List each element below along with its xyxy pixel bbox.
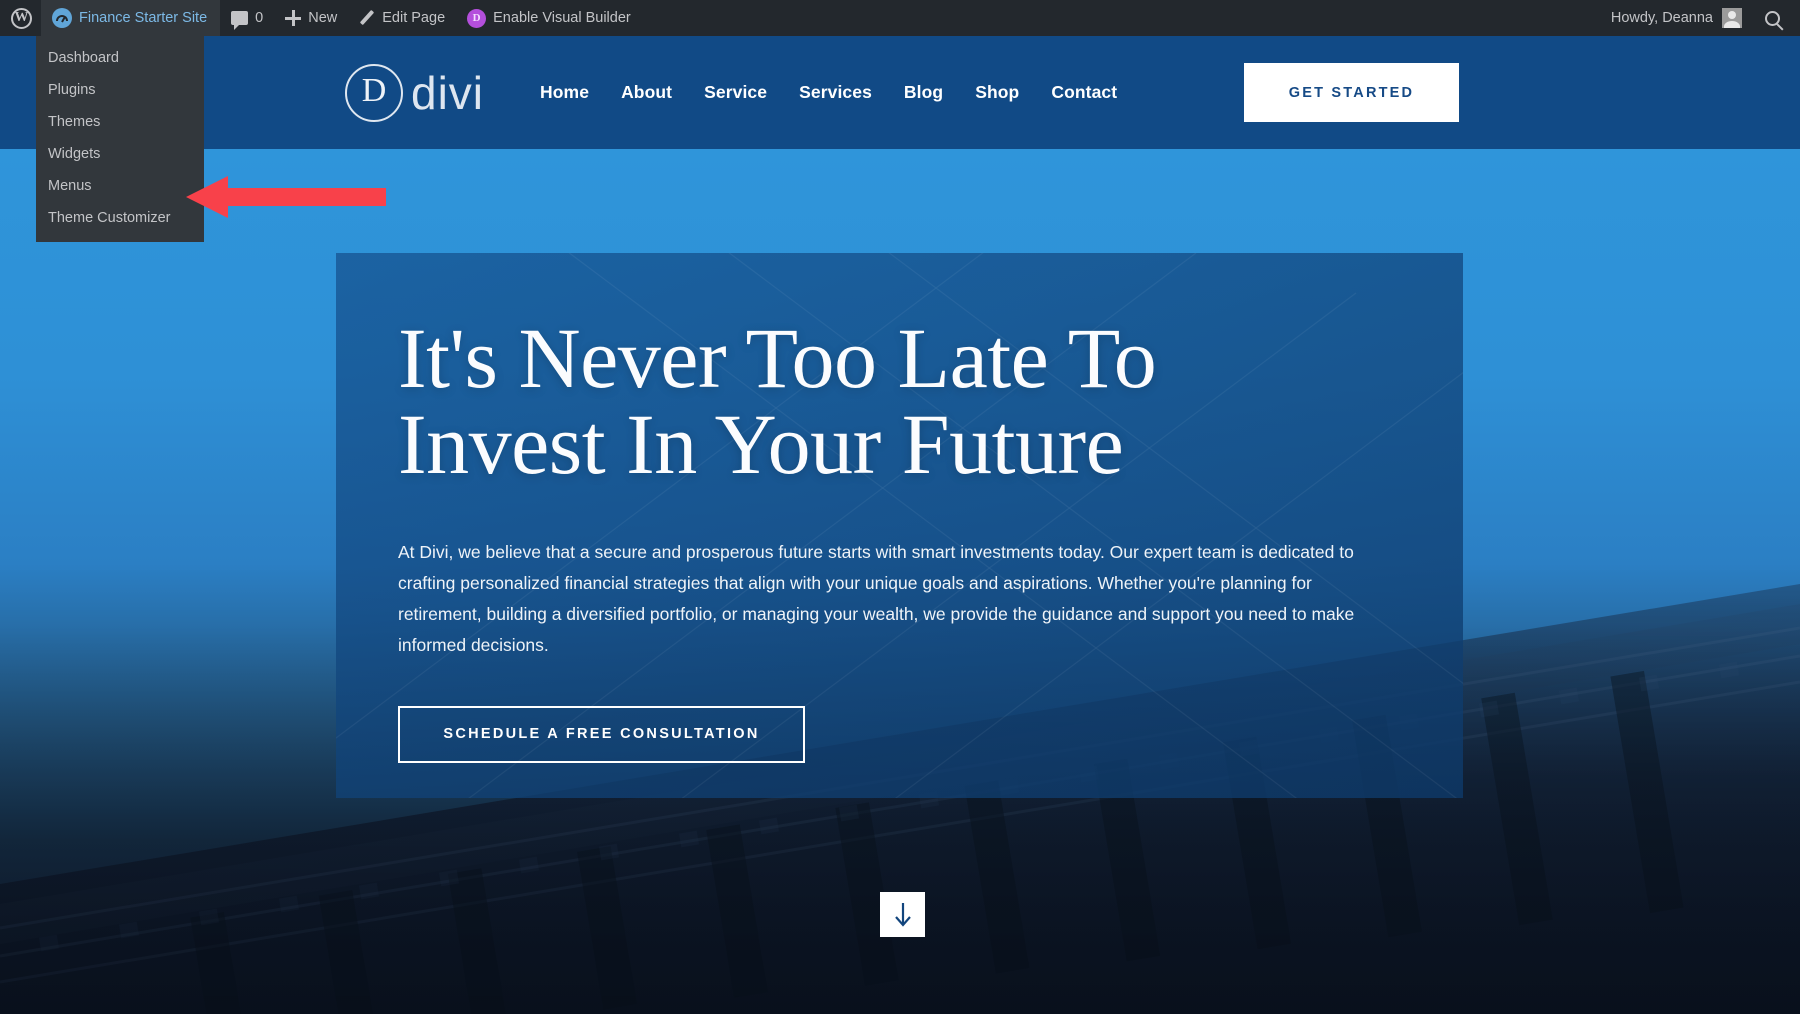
dashboard-speedometer-icon bbox=[52, 8, 72, 28]
nav-item-about[interactable]: About bbox=[621, 82, 672, 103]
get-started-button[interactable]: GET STARTED bbox=[1244, 63, 1459, 122]
site-name-menu[interactable]: Finance Starter Site bbox=[41, 0, 221, 36]
site-header: D divi Home About Service Services Blog … bbox=[0, 36, 1800, 149]
schedule-consultation-button[interactable]: SCHEDULE A FREE CONSULTATION bbox=[398, 705, 805, 763]
dropdown-item-themes[interactable]: Themes bbox=[36, 106, 204, 138]
edit-page-menu[interactable]: Edit Page bbox=[348, 0, 456, 36]
nav-item-shop[interactable]: Shop bbox=[975, 82, 1019, 103]
admin-search-button[interactable] bbox=[1752, 0, 1792, 36]
avatar bbox=[1722, 8, 1742, 28]
admin-bar-spacer bbox=[642, 0, 1601, 36]
divi-badge-icon: D bbox=[467, 8, 487, 28]
scroll-down-button[interactable] bbox=[880, 892, 925, 937]
wordpress-admin-bar: W Finance Starter Site 0 New Edit Page D… bbox=[0, 0, 1800, 36]
divi-logo-wordmark: divi bbox=[411, 66, 485, 119]
dropdown-item-dashboard[interactable]: Dashboard bbox=[36, 42, 204, 74]
dropdown-item-widgets[interactable]: Widgets bbox=[36, 138, 204, 170]
down-arrow-icon bbox=[894, 902, 911, 927]
wordpress-logo-icon: W bbox=[11, 7, 32, 29]
pencil-icon bbox=[359, 10, 375, 26]
hero-copy-block: It's Never Too Late To Invest In Your Fu… bbox=[336, 253, 1463, 763]
comment-count: 0 bbox=[255, 10, 264, 26]
howdy-label: Howdy, Deanna bbox=[1610, 10, 1713, 26]
primary-navigation: Home About Service Services Blog Shop Co… bbox=[540, 82, 1117, 103]
comment-bubble-icon bbox=[231, 11, 249, 30]
my-account-menu[interactable]: Howdy, Deanna bbox=[1601, 8, 1752, 28]
new-content-menu[interactable]: New bbox=[274, 0, 348, 36]
site-name-label: Finance Starter Site bbox=[79, 10, 208, 26]
annotation-arrow-icon bbox=[186, 176, 386, 218]
browser-viewport: It's Never Too Late To Invest In Your Fu… bbox=[0, 0, 1800, 1014]
dropdown-item-menus[interactable]: Menus bbox=[36, 170, 204, 202]
edit-page-label: Edit Page bbox=[382, 10, 446, 26]
admin-bar-right-group: Howdy, Deanna bbox=[1601, 0, 1800, 36]
plus-icon bbox=[285, 10, 302, 26]
enable-visual-builder-menu[interactable]: D Enable Visual Builder bbox=[456, 0, 642, 36]
hero-content-panel: It's Never Too Late To Invest In Your Fu… bbox=[336, 253, 1463, 798]
nav-item-home[interactable]: Home bbox=[540, 82, 589, 103]
new-label: New bbox=[308, 10, 338, 26]
nav-item-services[interactable]: Services bbox=[799, 82, 872, 103]
hero-heading: It's Never Too Late To Invest In Your Fu… bbox=[398, 310, 1157, 492]
site-name-dropdown-menu: Dashboard Plugins Themes Widgets Menus T… bbox=[36, 36, 204, 242]
search-icon bbox=[1764, 10, 1780, 26]
dropdown-item-theme-customizer[interactable]: Theme Customizer bbox=[36, 202, 204, 234]
wp-logo-menu[interactable]: W bbox=[0, 0, 41, 36]
hero-section: It's Never Too Late To Invest In Your Fu… bbox=[0, 149, 1800, 1014]
hero-paragraph: At Divi, we believe that a secure and pr… bbox=[398, 542, 1355, 656]
comments-menu[interactable]: 0 bbox=[220, 0, 274, 36]
nav-item-blog[interactable]: Blog bbox=[904, 82, 943, 103]
dropdown-item-plugins[interactable]: Plugins bbox=[36, 74, 204, 106]
divi-logo-mark: D bbox=[345, 63, 403, 122]
visual-builder-label: Enable Visual Builder bbox=[493, 10, 631, 26]
nav-item-service[interactable]: Service bbox=[704, 82, 767, 103]
nav-item-contact[interactable]: Contact bbox=[1051, 82, 1117, 103]
divi-logo[interactable]: D divi bbox=[345, 63, 485, 122]
